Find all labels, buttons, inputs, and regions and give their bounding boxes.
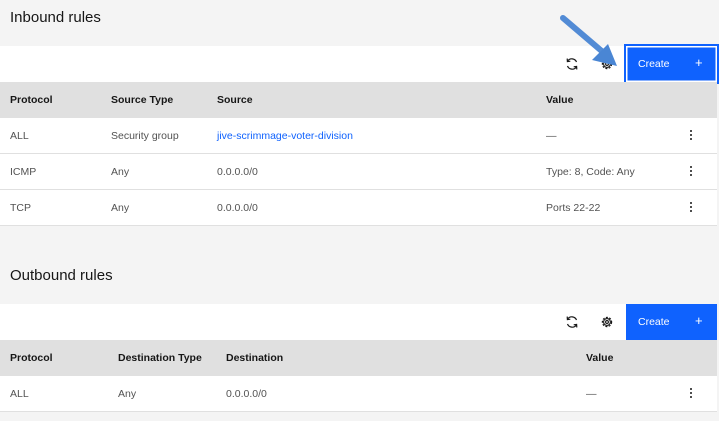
table-row: TCP Any 0.0.0.0/0 Ports 22-22 [0, 190, 717, 226]
source-type-cell: Any [111, 202, 130, 214]
table-header: Protocol Destination Type Destination Va… [0, 340, 717, 376]
column-header-protocol: Protocol [10, 94, 53, 106]
protocol-cell: TCP [10, 202, 31, 214]
create-button-label: Create [638, 58, 670, 70]
inbound-toolbar: Create + [0, 44, 719, 84]
create-button-label: Create [638, 316, 670, 328]
value-cell: Ports 22-22 [546, 202, 601, 214]
overflow-menu-icon[interactable] [688, 130, 694, 142]
inbound-rules-title: Inbound rules [10, 9, 101, 26]
source-cell: 0.0.0.0/0 [217, 166, 258, 178]
outbound-toolbar: Create + [0, 304, 717, 340]
value-cell: Type: 8, Code: Any [546, 166, 635, 178]
column-header-value: Value [546, 94, 574, 106]
table-header: Protocol Source Type Source Value [0, 82, 717, 118]
protocol-cell: ALL [10, 130, 29, 142]
source-type-cell: Security group [111, 130, 179, 142]
protocol-cell: ALL [10, 388, 29, 400]
protocol-cell: ICMP [10, 166, 37, 178]
inbound-rules-table: Protocol Source Type Source Value ALL Se… [0, 82, 717, 226]
refresh-icon[interactable] [563, 313, 581, 331]
inbound-create-button[interactable]: Create + [624, 44, 719, 84]
column-header-protocol: Protocol [10, 352, 53, 364]
value-cell: — [586, 388, 597, 400]
value-cell: — [546, 130, 557, 142]
outbound-rules-title: Outbound rules [10, 267, 113, 284]
table-row: ALL Security group jive-scrimmage-voter-… [0, 118, 717, 154]
column-header-destination: Destination [226, 352, 284, 364]
column-header-source-type: Source Type [111, 94, 174, 106]
overflow-menu-icon[interactable] [688, 202, 694, 214]
plus-icon: + [695, 55, 703, 70]
source-link[interactable]: jive-scrimmage-voter-division [217, 130, 353, 142]
table-row: ALL Any 0.0.0.0/0 — [0, 376, 717, 412]
overflow-menu-icon[interactable] [688, 166, 694, 178]
destination-type-cell: Any [118, 388, 137, 400]
refresh-icon[interactable] [563, 55, 581, 73]
gear-icon[interactable] [598, 55, 616, 73]
destination-cell: 0.0.0.0/0 [226, 388, 267, 400]
source-type-cell: Any [111, 166, 130, 178]
table-row: ICMP Any 0.0.0.0/0 Type: 8, Code: Any [0, 154, 717, 190]
column-header-value: Value [586, 352, 614, 364]
outbound-rules-table: Protocol Destination Type Destination Va… [0, 340, 717, 412]
overflow-menu-icon[interactable] [688, 388, 694, 400]
source-cell: 0.0.0.0/0 [217, 202, 258, 214]
column-header-source: Source [217, 94, 253, 106]
plus-icon: + [695, 313, 703, 328]
gear-icon[interactable] [598, 313, 616, 331]
column-header-destination-type: Destination Type [118, 352, 202, 364]
outbound-create-button[interactable]: Create + [626, 304, 717, 340]
